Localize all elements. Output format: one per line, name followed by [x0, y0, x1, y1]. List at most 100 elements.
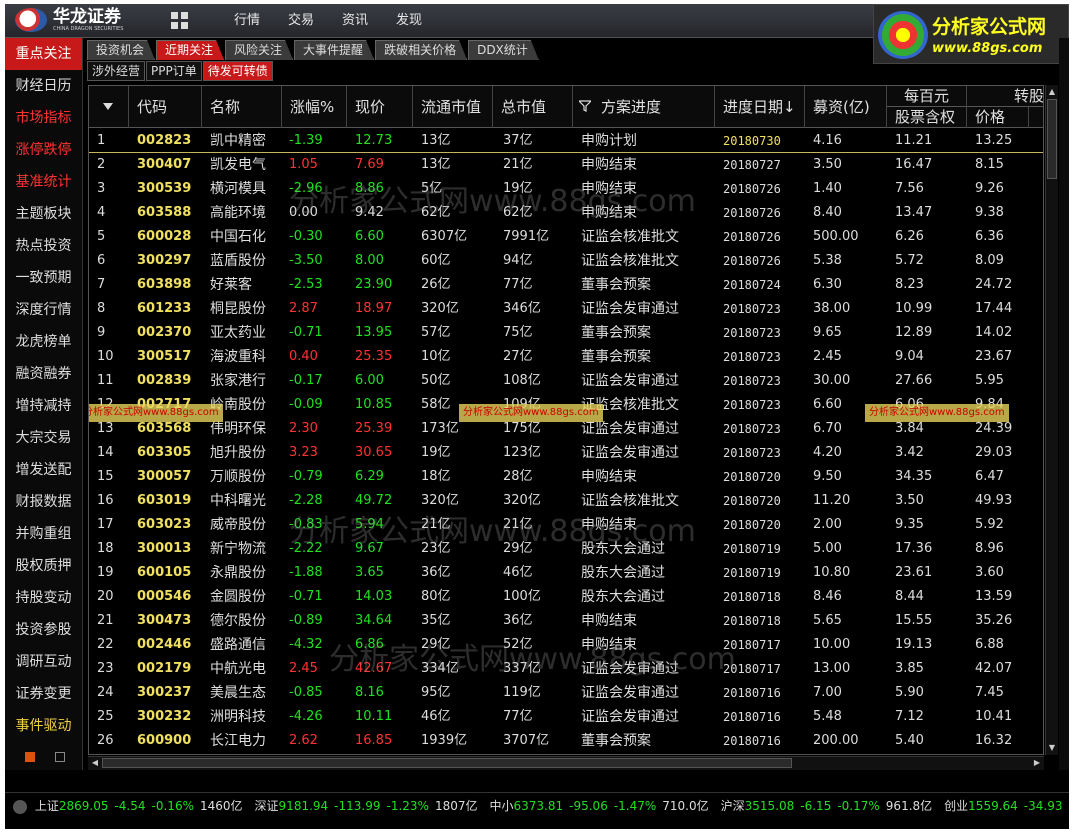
sidebar-item[interactable]: 并购重组 — [5, 518, 82, 550]
col-price[interactable]: 现价 — [347, 86, 413, 128]
sidebar-item[interactable]: 调研互动 — [5, 646, 82, 678]
table-row[interactable]: 16 603019 中科曙光 -2.28 49.72 320亿 320亿 证监会核准批文 201… — [89, 489, 1043, 513]
col-raise[interactable]: 募资(亿) — [805, 86, 887, 128]
convert-price: 3.60 — [975, 565, 1004, 580]
table-row[interactable]: 15 300057 万顺股份 -0.79 6.29 18亿 28亿 申购结束 20180720 9… — [89, 465, 1043, 489]
tab[interactable]: 投资机会 — [87, 40, 155, 60]
scroll-right-icon[interactable]: ▶ — [1032, 758, 1042, 768]
index-name: 中小 — [489, 799, 514, 813]
menu-item-market[interactable]: 行情 — [220, 4, 274, 38]
index-quote[interactable]: 上证2869.05 -4.54 -0.16% 1460亿 — [35, 793, 249, 818]
sidebar-item[interactable]: 投资参股 — [5, 614, 82, 646]
sidebar-item[interactable]: 证券变更 — [5, 678, 82, 710]
table-row[interactable]: 22 002446 盛路通信 -4.32 6.86 29亿 52亿 申购结束 20180717 1… — [89, 633, 1043, 657]
col-stage[interactable]: 方案进度 — [573, 86, 715, 128]
table-row[interactable]: 21 300473 德尔股份 -0.89 34.64 35亿 36亿 申购结束 20180718… — [89, 609, 1043, 633]
table-row[interactable]: 8 601233 桐昆股份 2.87 18.97 320亿 346亿 证监会发审通过 20180… — [89, 297, 1043, 321]
float-market-value: 29亿 — [421, 637, 451, 652]
sidebar-item[interactable]: 市场指标 — [5, 102, 82, 134]
change-pct: 1.05 — [289, 157, 318, 172]
tab[interactable]: 大事件提醒 — [294, 40, 374, 60]
table-row[interactable]: 20 000546 金圆股份 -0.71 14.03 80亿 100亿 股东大会通过 20180… — [89, 585, 1043, 609]
col-convert-price[interactable]: 价格 — [967, 107, 1029, 128]
table-row[interactable]: 3 300539 横河模具 -2.96 8.86 5亿 19亿 申购结束 20180726 1.4… — [89, 177, 1043, 201]
stock-code: 601233 — [137, 301, 192, 316]
scroll-thumb[interactable] — [102, 758, 792, 768]
column-menu-button[interactable] — [89, 86, 129, 128]
sidebar-item[interactable]: 深度行情 — [5, 294, 82, 326]
sidebar-item[interactable]: 基准统计 — [5, 166, 82, 198]
price: 42.67 — [355, 661, 393, 676]
price: 6.60 — [355, 229, 384, 244]
table-row[interactable]: 23 002179 中航光电 2.45 42.67 334亿 337亿 证监会发审通过 2018… — [89, 657, 1043, 681]
sidebar-item[interactable]: 龙虎榜单 — [5, 326, 82, 358]
sidebar-item[interactable]: 大宗交易 — [5, 422, 82, 454]
subtab[interactable]: 涉外经营 — [87, 61, 146, 81]
sidebar-item[interactable]: 增持减持 — [5, 390, 82, 422]
sidebar-item[interactable]: 财报数据 — [5, 486, 82, 518]
status-toggle-icon[interactable] — [13, 799, 27, 814]
sidebar-item[interactable]: 股权质押 — [5, 550, 82, 582]
tab[interactable]: DDX统计 — [468, 40, 539, 60]
subtab[interactable]: 待发可转债 — [202, 61, 273, 81]
sidebar-item[interactable]: 持股变动 — [5, 582, 82, 614]
table-row[interactable]: 7 603898 好莱客 -2.53 23.90 26亿 77亿 董事会预案 20180724 6… — [89, 273, 1043, 297]
table-row[interactable]: 14 603305 旭升股份 3.23 30.65 19亿 123亿 证监会发审通过 20180… — [89, 441, 1043, 465]
col-stage-label: 方案进度 — [601, 98, 662, 116]
col-per[interactable]: 股票含权 — [887, 107, 967, 128]
col-name[interactable]: 名称 — [202, 86, 282, 128]
vertical-scrollbar[interactable]: ▲ ▼ — [1045, 85, 1058, 755]
table-row[interactable]: 18 300013 新宁物流 -2.22 9.67 23亿 29亿 股东大会通过 2018071… — [89, 537, 1043, 561]
sidebar-item[interactable]: 增发送配 — [5, 454, 82, 486]
table-row[interactable]: 4 603588 高能环境 0.00 9.42 62亿 62亿 申购结束 20180726 8.4… — [89, 201, 1043, 225]
sidebar-item[interactable]: 财经日历 — [5, 70, 82, 102]
col-total-mv[interactable]: 总市值 — [493, 86, 573, 128]
table-row[interactable]: 2 300407 凯发电气 1.05 7.69 13亿 21亿 申购结束 20180727 3.5… — [89, 153, 1043, 177]
table-row[interactable]: 10 300517 海波重科 0.40 25.35 10亿 27亿 董事会预案 20180723… — [89, 345, 1043, 369]
sidebar-item[interactable]: 热点投资 — [5, 230, 82, 262]
sidebar-item[interactable]: 重点关注 — [5, 38, 82, 70]
col-date[interactable]: 进度日期↓ — [715, 86, 805, 128]
pager-dot-active[interactable] — [25, 752, 35, 762]
filter-icon[interactable] — [579, 100, 591, 112]
subtab[interactable]: PPP订单 — [146, 61, 202, 81]
table-row[interactable]: 6 300297 蓝盾股份 -3.50 8.00 60亿 94亿 证监会核准批文 2018072… — [89, 249, 1043, 273]
table-row[interactable]: 24 300237 美晨生态 -0.85 8.16 95亿 119亿 证监会发审通过 20180… — [89, 681, 1043, 705]
scroll-thumb[interactable] — [1047, 99, 1057, 179]
table-row[interactable]: 1 002823 凯中精密 -1.39 12.73 13亿 37亿 申购计划 20180730 4… — [89, 129, 1043, 153]
table-row[interactable]: 26 600900 长江电力 2.62 16.85 1939亿 3707亿 董事会预案 2018… — [89, 729, 1043, 753]
col-float-mv[interactable]: 流通市值 — [413, 86, 493, 128]
tab[interactable]: 跌破相关价格 — [375, 40, 467, 60]
table-row[interactable]: 11 002839 张家港行 -0.17 6.00 50亿 108亿 证监会发审通过 20180… — [89, 369, 1043, 393]
table-row[interactable]: 17 603023 威帝股份 -0.83 5.94 21亿 21亿 申购结束 20180720 2… — [89, 513, 1043, 537]
index-name: 上证 — [34, 799, 59, 813]
index-quote[interactable]: 沪深3515.08 -6.15 -0.17% 961.8亿 — [721, 793, 939, 818]
shares-per-hundred: 3.42 — [895, 445, 924, 460]
scroll-left-icon[interactable]: ◀ — [90, 758, 100, 768]
sidebar-item[interactable]: 融资融券 — [5, 358, 82, 390]
col-change[interactable]: 涨幅% — [282, 86, 347, 128]
scroll-up-icon[interactable]: ▲ — [1047, 87, 1057, 97]
pager-dot[interactable] — [55, 752, 65, 762]
table-row[interactable]: 19 600105 永鼎股份 -1.88 3.65 36亿 46亿 股东大会通过 2018071… — [89, 561, 1043, 585]
sidebar-item[interactable]: 一致预期 — [5, 262, 82, 294]
tab[interactable]: 风险关注 — [225, 40, 293, 60]
index-quote[interactable]: 中小6373.81 -95.06 -1.47% 710.0亿 — [490, 793, 715, 818]
table-row[interactable]: 5 600028 中国石化 -0.30 6.60 6307亿 7991亿 证监会核准批文 201… — [89, 225, 1043, 249]
menu-item-trade[interactable]: 交易 — [274, 4, 328, 38]
index-quote[interactable]: 创业1559.64 -34.93 -2.19% — [944, 793, 1069, 818]
index-quote[interactable]: 深证9181.94 -113.99 -1.23% 1807亿 — [255, 793, 484, 818]
scroll-down-icon[interactable]: ▼ — [1047, 743, 1057, 753]
table-row[interactable]: 25 300232 洲明科技 -4.26 10.11 46亿 77亿 证监会发审通过 20180… — [89, 705, 1043, 729]
sidebar-item[interactable]: 涨停跌停 — [5, 134, 82, 166]
index-value: 3515.08 — [744, 799, 795, 813]
sidebar-item[interactable]: 事件驱动 — [5, 710, 82, 742]
app-grid-icon[interactable] — [171, 12, 189, 30]
horizontal-scrollbar[interactable]: ◀ ▶ — [88, 756, 1044, 770]
table-row[interactable]: 9 002370 亚太药业 -0.71 13.95 57亿 75亿 董事会预案 20180723… — [89, 321, 1043, 345]
menu-item-news[interactable]: 资讯 — [328, 4, 382, 38]
col-code[interactable]: 代码 — [129, 86, 202, 128]
tab[interactable]: 近期关注 — [156, 40, 224, 60]
menu-item-discover[interactable]: 发现 — [382, 4, 436, 38]
sidebar-item[interactable]: 主题板块 — [5, 198, 82, 230]
